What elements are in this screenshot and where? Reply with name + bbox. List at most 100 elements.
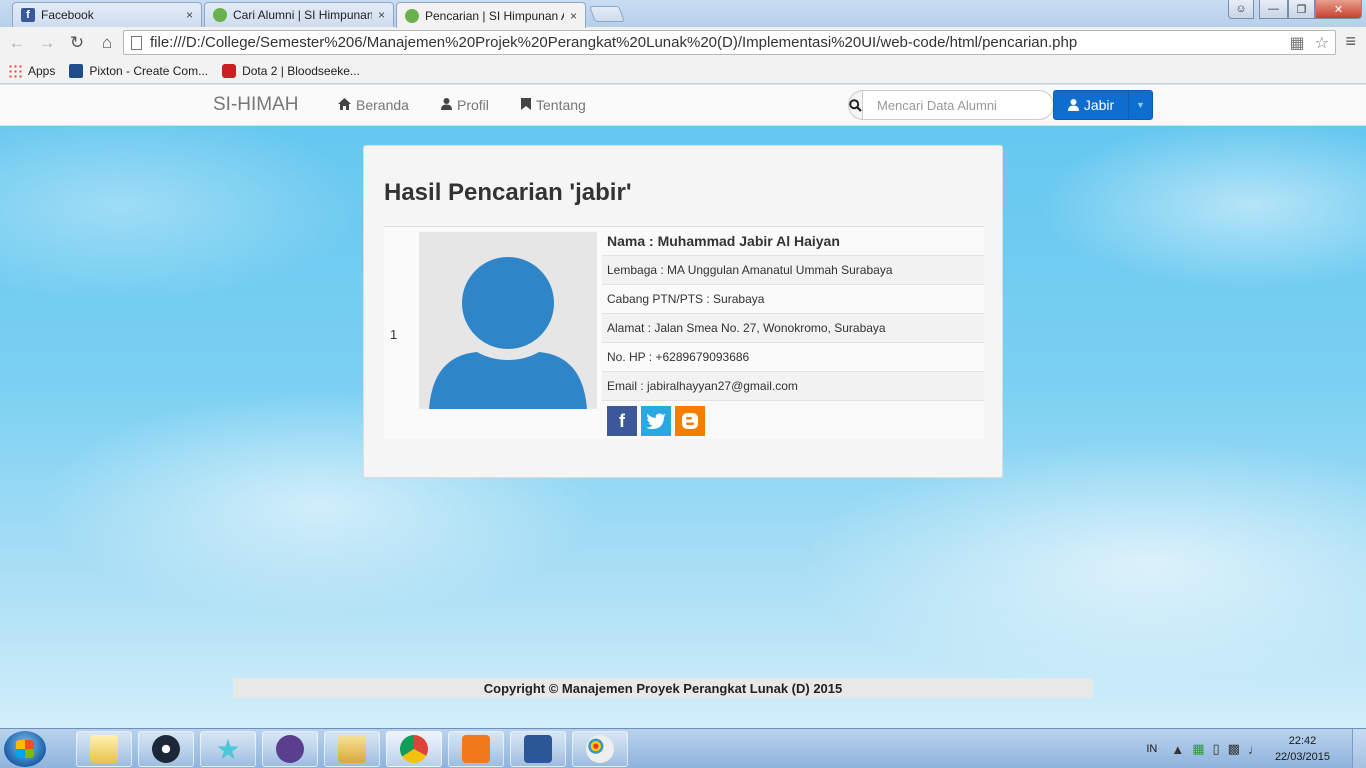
maximize-button[interactable]: ❐ bbox=[1288, 0, 1315, 19]
si-himah-icon bbox=[213, 8, 227, 22]
taskbar-folder[interactable] bbox=[324, 731, 380, 767]
taskbar-chrome[interactable] bbox=[386, 731, 442, 767]
show-hidden-icons-icon[interactable]: ▲ bbox=[1171, 742, 1184, 757]
tab-title: Facebook bbox=[41, 8, 94, 22]
home-browser-icon[interactable]: ⌂ bbox=[94, 31, 120, 55]
new-tab-button[interactable] bbox=[589, 6, 625, 22]
close-tab-icon[interactable]: × bbox=[186, 8, 193, 22]
home-icon bbox=[338, 97, 351, 113]
brand-link[interactable]: SI-HIMAH bbox=[213, 94, 299, 116]
tab-facebook[interactable]: f Facebook × bbox=[12, 2, 202, 27]
back-icon[interactable]: ← bbox=[4, 31, 30, 55]
search-icon bbox=[849, 98, 862, 112]
system-tray: IN ▲ ▦ ▯ ▩ ♩ 22:42 22/03/2015 bbox=[1146, 729, 1366, 768]
user-icon bbox=[1067, 99, 1079, 111]
star-app-icon: ★ bbox=[215, 733, 241, 765]
results-heading: Hasil Pencarian 'jabir' bbox=[384, 179, 632, 206]
windows-logo-icon bbox=[16, 740, 34, 758]
taskbar-pdf[interactable] bbox=[448, 731, 504, 767]
folder-icon bbox=[338, 735, 366, 763]
nav-profil[interactable]: Profil bbox=[441, 97, 489, 113]
user-profile-icon[interactable]: ☺ bbox=[1228, 0, 1254, 19]
volume-icon[interactable]: ♩ bbox=[1248, 742, 1261, 757]
blogger-icon[interactable] bbox=[675, 406, 705, 436]
clock[interactable]: 22:42 22/03/2015 bbox=[1275, 733, 1330, 765]
bookmark-icon bbox=[521, 97, 531, 113]
alumni-details: Nama : Muhammad Jabir Al Haiyan Lembaga … bbox=[602, 227, 984, 436]
facebook-icon[interactable]: f bbox=[607, 406, 637, 436]
reload-icon[interactable]: ↻ bbox=[64, 31, 90, 55]
minimize-button[interactable]: — bbox=[1259, 0, 1288, 19]
user-button-main[interactable]: Jabir bbox=[1054, 91, 1128, 119]
search-results-panel: Hasil Pencarian 'jabir' 1 Nama : Muhamma… bbox=[363, 145, 1003, 478]
nav-tentang[interactable]: Tentang bbox=[521, 97, 586, 113]
taskbar-star-app[interactable]: ★ bbox=[200, 731, 256, 767]
taskbar-explorer[interactable] bbox=[76, 731, 132, 767]
close-tab-icon[interactable]: × bbox=[570, 9, 577, 23]
page-icon bbox=[131, 36, 142, 50]
tab-cari-alumni[interactable]: Cari Alumni | SI Himpunan × bbox=[204, 2, 394, 27]
taskbar-word[interactable] bbox=[510, 731, 566, 767]
nav-beranda[interactable]: Beranda bbox=[338, 97, 409, 113]
clock-time: 22:42 bbox=[1288, 735, 1317, 747]
forward-icon[interactable]: → bbox=[34, 31, 60, 55]
star-icon[interactable]: ☆ bbox=[1315, 33, 1329, 53]
search-input[interactable] bbox=[863, 90, 1054, 120]
row-number: 1 bbox=[390, 327, 398, 342]
browser-tab-strip: f Facebook × Cari Alumni | SI Himpunan ×… bbox=[0, 0, 1366, 28]
taskbar-steam[interactable] bbox=[138, 731, 194, 767]
bookmark-pixton[interactable]: Pixton - Create Com... bbox=[69, 63, 209, 78]
usb-icon[interactable]: ▯ bbox=[1212, 741, 1219, 757]
paint-icon bbox=[586, 735, 614, 763]
user-icon bbox=[441, 97, 452, 113]
user-menu-button[interactable]: Jabir ▼ bbox=[1053, 90, 1153, 120]
word-icon bbox=[524, 735, 552, 763]
address-bar[interactable]: file:///D:/College/Semester%206/Manajeme… bbox=[123, 30, 1336, 55]
dropdown-caret-icon[interactable]: ▼ bbox=[1128, 91, 1152, 119]
apps-icon bbox=[8, 63, 22, 78]
show-desktop-button[interactable] bbox=[1352, 729, 1366, 768]
site-navbar: SI-HIMAH Beranda Profil Tentang Mencari … bbox=[0, 85, 1366, 126]
network-status-icon[interactable]: ▦ bbox=[1192, 741, 1204, 757]
nav-label: Profil bbox=[457, 97, 489, 113]
tab-pencarian[interactable]: Pencarian | SI Himpunan A × bbox=[396, 2, 586, 28]
menu-icon[interactable]: ≡ bbox=[1345, 31, 1356, 52]
bookmark-label: Pixton - Create Com... bbox=[89, 63, 209, 78]
bookmark-label: Apps bbox=[28, 63, 56, 78]
alumni-alamat: Alamat : Jalan Smea No. 27, Wonokromo, S… bbox=[602, 314, 984, 343]
translate-icon[interactable]: ▦ bbox=[1290, 33, 1305, 53]
explorer-icon bbox=[90, 735, 118, 763]
start-button[interactable] bbox=[4, 731, 46, 767]
url-text: file:///D:/College/Semester%206/Manajeme… bbox=[150, 34, 1078, 51]
pdf-icon bbox=[462, 735, 490, 763]
facebook-icon: f bbox=[21, 8, 35, 22]
alumni-cabang: Cabang PTN/PTS : Surabaya bbox=[602, 285, 984, 314]
tab-title: Pencarian | SI Himpunan A bbox=[425, 8, 564, 23]
search-form bbox=[848, 90, 1054, 120]
nav-label: Beranda bbox=[356, 97, 409, 113]
pixton-icon bbox=[69, 63, 84, 78]
taskbar-paint[interactable] bbox=[572, 731, 628, 767]
user-name: Jabir bbox=[1083, 97, 1115, 113]
page-footer: Copyright © Manajemen Proyek Perangkat L… bbox=[233, 678, 1093, 698]
close-tab-icon[interactable]: × bbox=[378, 8, 385, 22]
twitter-icon[interactable] bbox=[641, 406, 671, 436]
steam-icon bbox=[152, 735, 180, 763]
bookmark-dota[interactable]: Dota 2 | Bloodseeke... bbox=[222, 63, 360, 78]
bookmark-apps[interactable]: Apps bbox=[8, 63, 56, 78]
signal-icon[interactable]: ▩ bbox=[1228, 741, 1240, 757]
alumni-name: Nama : Muhammad Jabir Al Haiyan bbox=[602, 227, 984, 256]
omnibox-actions: ▦ ☆ bbox=[1290, 33, 1329, 53]
alumni-email: Email : jabiralhayyan27@gmail.com bbox=[602, 372, 984, 401]
tab-title: Cari Alumni | SI Himpunan bbox=[233, 8, 372, 22]
search-button[interactable] bbox=[848, 90, 863, 120]
clock-date: 22/03/2015 bbox=[1274, 751, 1330, 763]
close-window-button[interactable]: ✕ bbox=[1315, 0, 1362, 19]
table-row: 1 Nama : Muhammad Jabir Al Haiyan Lembag… bbox=[384, 227, 984, 439]
default-avatar-icon bbox=[429, 257, 587, 409]
taskbar-cat-app[interactable] bbox=[262, 731, 318, 767]
language-indicator[interactable]: IN bbox=[1146, 743, 1157, 755]
avatar bbox=[419, 232, 597, 409]
page-viewport: SI-HIMAH Beranda Profil Tentang Mencari … bbox=[0, 85, 1366, 728]
alumni-lembaga: Lembaga : MA Unggulan Amanatul Ummah Sur… bbox=[602, 256, 984, 285]
